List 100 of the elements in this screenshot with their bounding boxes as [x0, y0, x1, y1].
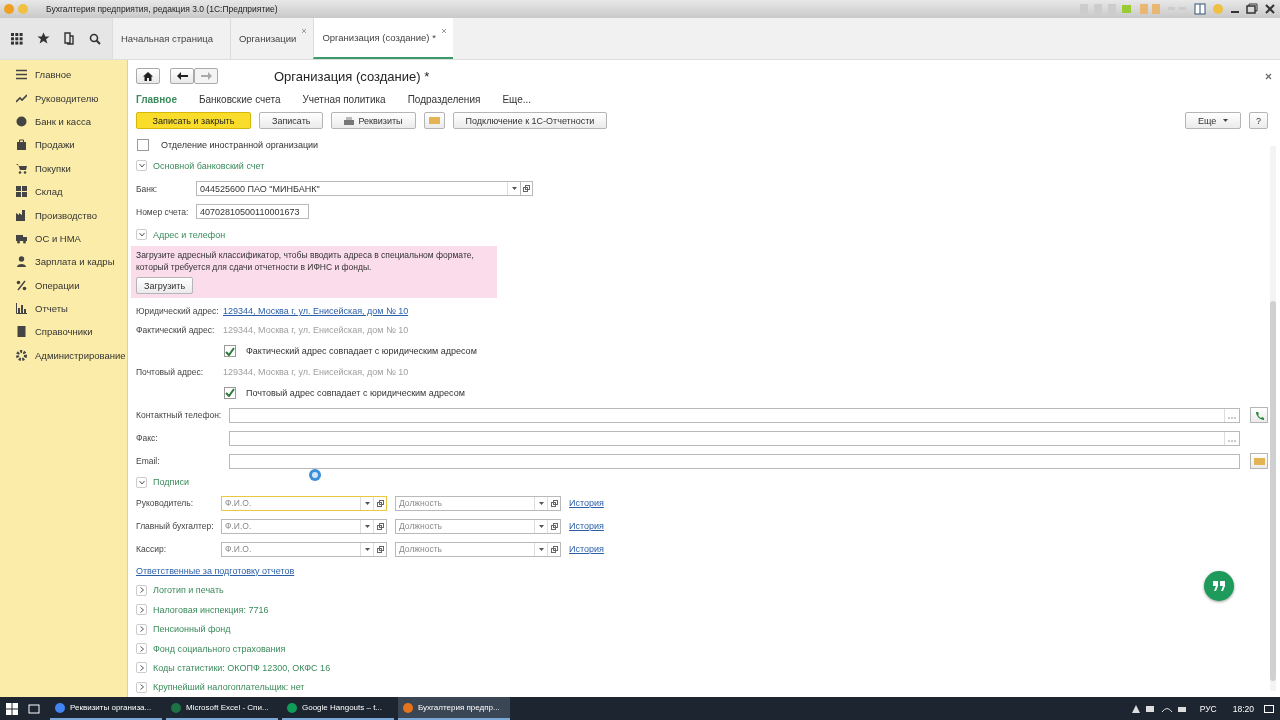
- section-title[interactable]: Пенсионный фонд: [153, 624, 231, 635]
- call-button[interactable]: [1250, 407, 1268, 424]
- sidebar-item[interactable]: Зарплата и кадры: [35, 256, 115, 268]
- name-field[interactable]: Ф.И.О.: [221, 495, 387, 511]
- position-field[interactable]: Должность: [395, 518, 561, 534]
- sidebar-item[interactable]: Продажи: [35, 139, 75, 151]
- sidebar-item[interactable]: Операции: [35, 279, 80, 291]
- open-icon[interactable]: [376, 522, 384, 530]
- history-link[interactable]: История: [569, 544, 604, 555]
- language-indicator[interactable]: РУС: [1199, 703, 1217, 714]
- caret-icon[interactable]: [364, 524, 370, 528]
- checkbox[interactable]: [224, 386, 236, 399]
- chevron-icon[interactable]: [136, 623, 147, 635]
- open-icon[interactable]: [550, 545, 558, 553]
- close-icon[interactable]: [1264, 3, 1276, 15]
- sidebar-item[interactable]: Отчеты: [35, 303, 68, 315]
- taskbar-app[interactable]: Бухгалтерия предпр...: [398, 697, 510, 720]
- restore-icon[interactable]: [1246, 3, 1258, 15]
- caret-icon[interactable]: [538, 524, 544, 528]
- chat-button[interactable]: [1204, 571, 1234, 601]
- more-button[interactable]: Еще: [1185, 112, 1241, 130]
- form-tab[interactable]: Банковские счета: [198, 94, 281, 105]
- panel-icon[interactable]: [1194, 3, 1206, 15]
- tab[interactable]: Организация (создание) *: [313, 18, 453, 59]
- form-tab[interactable]: Подразделения: [407, 94, 481, 105]
- bank-field[interactable]: 044525600 ПАО "МИНБАНК": [196, 181, 521, 197]
- section-title[interactable]: Адрес и телефон: [153, 229, 226, 240]
- chevron-icon[interactable]: [136, 643, 147, 654]
- chevron-icon[interactable]: [136, 229, 147, 241]
- chevron-icon[interactable]: [136, 160, 147, 172]
- chevron-icon[interactable]: [136, 681, 147, 693]
- open-icon[interactable]: [521, 181, 533, 197]
- sidebar-item[interactable]: Главное: [35, 69, 72, 81]
- section-title[interactable]: Крупнейший налогоплательщик: нет: [153, 682, 305, 693]
- section-title[interactable]: Логотип и печать: [153, 585, 224, 596]
- taskbar-app[interactable]: Microsoft Excel - Спи...: [166, 697, 278, 720]
- position-field[interactable]: Должность: [395, 495, 561, 511]
- position-field[interactable]: Должность: [395, 541, 561, 557]
- open-icon[interactable]: [550, 499, 558, 507]
- factory-icon: [16, 209, 27, 221]
- home-button[interactable]: [136, 68, 160, 85]
- caret-icon[interactable]: [511, 187, 517, 191]
- apps-grid-icon[interactable]: [10, 32, 23, 45]
- save-and-close-button[interactable]: Записать и закрыть: [136, 112, 251, 130]
- open-icon[interactable]: [376, 545, 384, 553]
- details-button[interactable]: Реквизиты: [331, 112, 416, 130]
- name-field[interactable]: Ф.И.О.: [221, 518, 387, 534]
- form-tab[interactable]: Еще...: [502, 94, 532, 105]
- close-icon[interactable]: [1265, 72, 1272, 80]
- section-title[interactable]: Налоговая инспекция: 7716: [153, 604, 269, 615]
- load-button[interactable]: Загрузить: [136, 277, 194, 295]
- history-icon[interactable]: [63, 32, 76, 45]
- phone-field[interactable]: [229, 407, 1240, 423]
- responsible-link[interactable]: Ответственные за подготовку отчетов: [136, 565, 295, 576]
- caret-icon[interactable]: [364, 547, 370, 551]
- history-link[interactable]: История: [569, 521, 604, 532]
- back-button[interactable]: [170, 68, 194, 85]
- section-title[interactable]: Коды статистики: ОКОПФ 12300, ОКФС 16: [153, 662, 331, 673]
- fax-field[interactable]: [229, 430, 1240, 446]
- address-link[interactable]: 129344, Москва г, ул. Енисейская, дом № 10: [223, 305, 409, 316]
- form-tab[interactable]: Учетная политика: [302, 94, 386, 105]
- chevron-icon[interactable]: [136, 584, 147, 596]
- section-title[interactable]: Основной банковский счет: [153, 160, 265, 171]
- notifications-icon[interactable]: [1264, 703, 1274, 714]
- sidebar-item[interactable]: Производство: [35, 209, 97, 221]
- open-icon[interactable]: [550, 522, 558, 530]
- account-field[interactable]: 40702810500110001673: [196, 204, 309, 220]
- sidebar-item[interactable]: Склад: [35, 186, 63, 198]
- search-icon[interactable]: [89, 32, 102, 45]
- chevron-icon[interactable]: [136, 604, 147, 616]
- caret-icon[interactable]: [538, 547, 544, 551]
- sidebar-item[interactable]: Справочники: [35, 326, 93, 338]
- taskbar-app[interactable]: Реквизиты организа...: [50, 697, 162, 720]
- taskbar-app[interactable]: Google Hangouts – t...: [282, 697, 394, 720]
- section-title[interactable]: Подписи: [153, 477, 189, 488]
- name-field[interactable]: Ф.И.О.: [221, 541, 387, 557]
- form-tab[interactable]: Главное: [136, 94, 177, 105]
- sidebar-item[interactable]: Руководителю: [35, 92, 99, 104]
- help-button[interactable]: ?: [1249, 112, 1268, 130]
- chevron-icon[interactable]: [136, 662, 147, 674]
- tab[interactable]: Начальная страница: [112, 18, 230, 59]
- toolbar-button[interactable]: Подключение к 1С-Отчетности: [452, 112, 608, 130]
- sidebar-item[interactable]: ОС и НМА: [35, 232, 81, 244]
- task-view-icon[interactable]: [28, 702, 40, 715]
- caret-icon[interactable]: [364, 501, 370, 505]
- caret-icon[interactable]: [538, 501, 544, 505]
- history-link[interactable]: История: [569, 498, 604, 509]
- chevron-icon[interactable]: [136, 476, 147, 488]
- checkbox[interactable]: [224, 345, 236, 358]
- toolbar-button[interactable]: Записать: [259, 112, 324, 130]
- sidebar-item[interactable]: Администрирование: [35, 349, 126, 361]
- star-icon[interactable]: [36, 32, 50, 45]
- checkbox[interactable]: [137, 139, 149, 152]
- sidebar-item[interactable]: Банк и касса: [35, 115, 91, 127]
- start-icon[interactable]: [6, 702, 18, 715]
- open-icon[interactable]: [376, 499, 384, 507]
- scrollbar[interactable]: [1270, 146, 1276, 691]
- sidebar-item[interactable]: Покупки: [35, 162, 71, 174]
- section-title[interactable]: Фонд социального страхования: [153, 643, 286, 654]
- email-field[interactable]: [229, 453, 1240, 469]
